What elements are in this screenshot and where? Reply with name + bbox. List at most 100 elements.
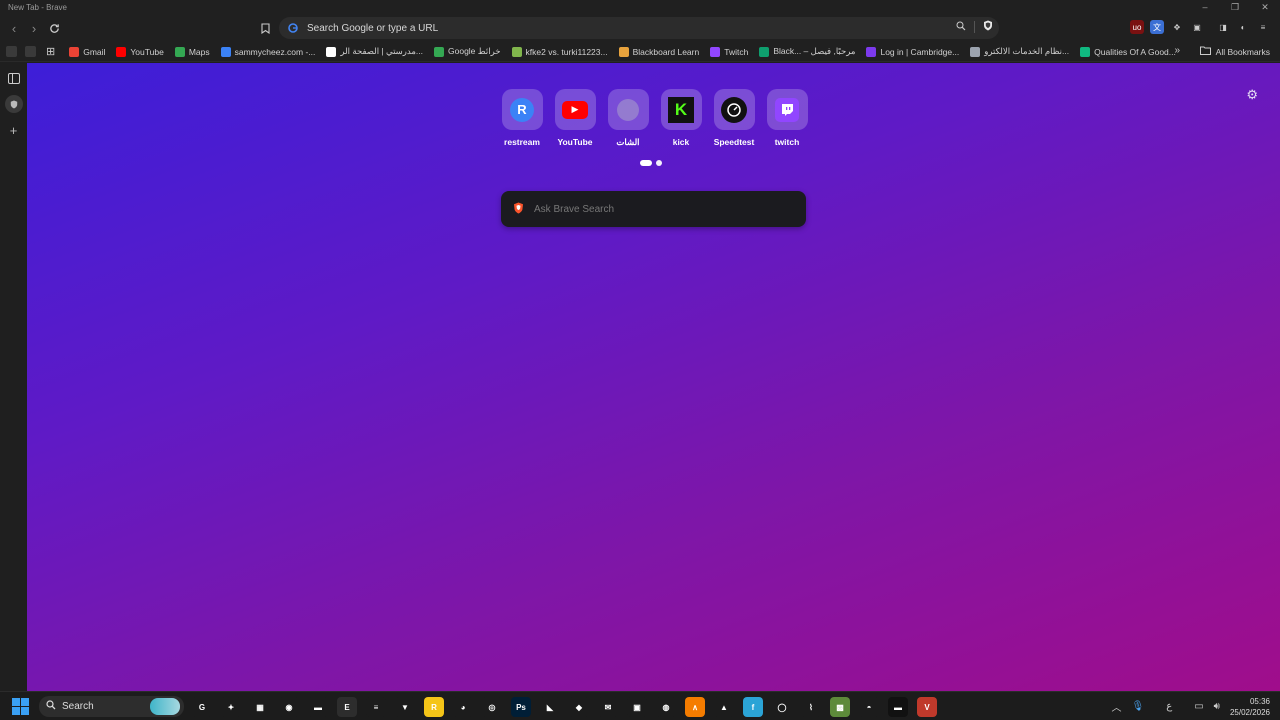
site-icon bbox=[1080, 46, 1091, 57]
bookmark-item[interactable]: Black... – مرحبًا, فيصل bbox=[759, 46, 855, 57]
close-button[interactable]: ✕ bbox=[1250, 0, 1280, 14]
nvidia-icon[interactable]: ◣ bbox=[540, 697, 560, 717]
twitch-icon[interactable] bbox=[766, 89, 808, 130]
globe-icon[interactable]: ◍ bbox=[656, 697, 676, 717]
mail-icon[interactable]: ✉ bbox=[598, 697, 618, 717]
language-indicator[interactable]: ع bbox=[1166, 701, 1172, 712]
bookmark-label: Google خرائط bbox=[448, 46, 501, 56]
forward-icon[interactable]: › bbox=[24, 18, 44, 38]
bookmark-item[interactable]: Maps bbox=[174, 46, 210, 57]
bookmark-item[interactable]: Gmail bbox=[69, 46, 105, 57]
extensions-area: uo 文 ✥ ▣ ◨ ◐ ≡ bbox=[1130, 20, 1270, 34]
bookmark-item[interactable]: Log in | Cambridge... bbox=[866, 46, 959, 57]
youtube-icon[interactable]: ▶ bbox=[554, 89, 596, 130]
address-bar[interactable]: Search Google or type a URL bbox=[279, 17, 999, 39]
new-tab-page: ⚙ Rrestream ▶ YouTube الشات Kkick Speedtest tw… bbox=[27, 63, 1280, 691]
kick-icon[interactable]: K bbox=[660, 89, 702, 130]
bookmark-item[interactable]: sammycheez.com -... bbox=[220, 46, 315, 57]
top-site-tile[interactable]: الشات bbox=[607, 89, 649, 148]
app-icon[interactable]: ◆ bbox=[569, 697, 589, 717]
app-icon[interactable]: ⌇ bbox=[801, 697, 821, 717]
brave-shields-icon[interactable] bbox=[983, 20, 993, 34]
bookmark-icon[interactable] bbox=[255, 18, 275, 38]
sidebar-toggle-icon[interactable]: ◨ bbox=[1216, 20, 1230, 34]
minimize-button[interactable]: – bbox=[1190, 0, 1220, 14]
reload-icon[interactable] bbox=[44, 18, 64, 38]
app-icon[interactable]: f bbox=[743, 697, 763, 717]
more-bookmarks-icon[interactable]: » bbox=[1174, 45, 1180, 56]
menu-icon[interactable]: ≡ bbox=[1256, 20, 1270, 34]
voicemod-icon[interactable]: V bbox=[917, 697, 937, 717]
bookmark-item[interactable]: مدرستي | الصفحة الر... bbox=[326, 46, 423, 57]
top-site-tile[interactable]: ▶ YouTube bbox=[554, 89, 596, 148]
speedtest-icon[interactable] bbox=[713, 89, 755, 130]
g-hub-icon[interactable]: G bbox=[192, 697, 212, 717]
store-icon[interactable]: ▦ bbox=[250, 697, 270, 717]
brave-icon[interactable]: ▼ bbox=[395, 697, 415, 717]
minecraft-icon[interactable]: ▩ bbox=[830, 697, 850, 717]
windows-start-icon[interactable] bbox=[12, 698, 29, 715]
chevron-up-icon[interactable]: ︿ bbox=[1112, 699, 1122, 714]
clock[interactable]: 05:36 25/02/2026 bbox=[1230, 696, 1270, 718]
steam-icon[interactable]: ◓ bbox=[859, 697, 879, 717]
taskbar-search[interactable]: Search bbox=[39, 696, 184, 717]
apps-grid-icon[interactable]: ⊞ bbox=[46, 45, 55, 58]
all-bookmarks-button[interactable]: All Bookmarks bbox=[1199, 46, 1270, 57]
bookmark-label: Blackboard Learn bbox=[632, 46, 700, 57]
extensions-icon[interactable]: ✥ bbox=[1170, 20, 1184, 34]
discord-icon[interactable]: ◕ bbox=[453, 697, 473, 717]
explorer-icon[interactable]: ▬ bbox=[308, 697, 328, 717]
volume-icon[interactable]: 🔊︎ bbox=[1214, 701, 1220, 712]
ublock-icon[interactable]: uo bbox=[1130, 20, 1144, 34]
bookmark-item[interactable]: Blackboard Learn bbox=[618, 46, 700, 57]
settings-gear-icon[interactable]: ⚙ bbox=[1246, 87, 1258, 103]
app-icon[interactable]: ∧ bbox=[685, 697, 705, 717]
app-icon[interactable]: ▲ bbox=[714, 697, 734, 717]
capture-icon[interactable]: ▣ bbox=[1190, 20, 1204, 34]
restream-icon[interactable]: R bbox=[501, 89, 543, 130]
restore-button[interactable]: ❐ bbox=[1220, 0, 1250, 14]
top-sites: Rrestream ▶ YouTube الشات Kkick Speedtest twit… bbox=[501, 89, 808, 148]
whatsapp-icon[interactable]: ◯ bbox=[772, 697, 792, 717]
bookmark-item[interactable]: نظام الخدمات الالكترو... bbox=[970, 46, 1069, 57]
obs-icon[interactable]: ◎ bbox=[482, 697, 502, 717]
omnibox-placeholder: Search Google or type a URL bbox=[307, 22, 439, 34]
top-site-tile[interactable]: twitch bbox=[766, 89, 808, 148]
bookmark-item[interactable]: kfke2 vs. turki11223... bbox=[511, 46, 608, 57]
page-dot-active[interactable] bbox=[640, 160, 652, 166]
gmail-icon bbox=[69, 46, 80, 57]
back-icon[interactable]: ‹ bbox=[4, 18, 24, 38]
chrome-icon[interactable]: ◉ bbox=[279, 697, 299, 717]
brave-search-box[interactable] bbox=[501, 191, 806, 227]
epic-icon[interactable]: E bbox=[337, 697, 357, 717]
app-icon[interactable]: ▬ bbox=[888, 697, 908, 717]
tab-group-icon[interactable] bbox=[25, 46, 36, 57]
top-site-tile[interactable]: Kkick bbox=[660, 89, 702, 148]
dots-app-icon[interactable]: ✦ bbox=[221, 697, 241, 717]
globe-icon[interactable] bbox=[607, 89, 649, 130]
network-icon[interactable]: ▭ bbox=[1194, 701, 1203, 712]
top-site-tile[interactable]: Rrestream bbox=[501, 89, 543, 148]
bookmark-item[interactable]: Twitch bbox=[710, 46, 748, 57]
photoshop-icon[interactable]: Ps bbox=[511, 697, 531, 717]
pagination-dots bbox=[640, 160, 662, 166]
notepad-icon[interactable]: ≡ bbox=[366, 697, 386, 717]
search-input[interactable] bbox=[534, 203, 784, 215]
top-site-tile[interactable]: Speedtest bbox=[713, 89, 755, 148]
leo-icon[interactable]: ◐ bbox=[1236, 20, 1250, 34]
rockstar-icon[interactable]: R bbox=[424, 697, 444, 717]
top-site-label: restream bbox=[504, 137, 540, 147]
bookmark-item[interactable]: Google خرائط bbox=[434, 46, 501, 57]
bookmark-label: YouTube bbox=[130, 46, 164, 57]
bookmark-item[interactable]: YouTube bbox=[116, 46, 164, 57]
zoom-icon[interactable] bbox=[956, 21, 966, 34]
sidebar-add-icon[interactable]: + bbox=[0, 117, 27, 143]
app-icon[interactable]: ▣ bbox=[627, 697, 647, 717]
translate-icon[interactable]: 文 bbox=[1150, 20, 1164, 34]
microphone-icon[interactable]: 🎙 bbox=[1132, 701, 1145, 712]
page-dot[interactable] bbox=[656, 160, 662, 166]
sidebar-panel-icon[interactable] bbox=[0, 65, 27, 91]
workspace-icon[interactable] bbox=[6, 46, 17, 57]
sidebar-shield-icon[interactable] bbox=[0, 91, 27, 117]
bookmark-item[interactable]: Qualities Of A Good... bbox=[1080, 46, 1176, 57]
